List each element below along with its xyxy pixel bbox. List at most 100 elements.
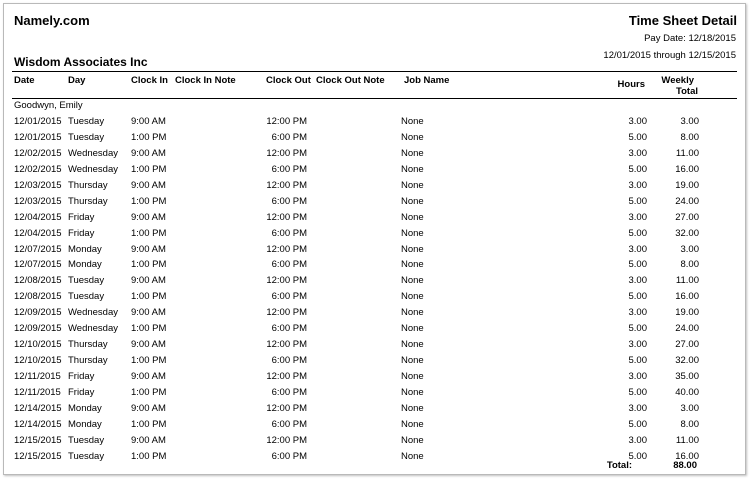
table-row: 12/08/2015 Tuesday 9:00 AM 12:00 PM None 3.00… xyxy=(4,275,747,291)
total-value: 88.00 xyxy=(673,460,697,471)
cell-weekly-total: 11.00 xyxy=(675,147,699,159)
cell-date: 12/01/2015 xyxy=(14,131,62,143)
cell-weekly-total: 8.00 xyxy=(680,131,700,143)
cell-hours: 5.00 xyxy=(628,163,648,175)
cell-job-name: None xyxy=(401,195,424,207)
cell-clock-out: 6:00 PM xyxy=(271,227,307,239)
cell-weekly-total: 8.00 xyxy=(680,418,700,430)
cell-clock-out: 6:00 PM xyxy=(271,291,307,303)
column-header-day: Day xyxy=(68,75,86,86)
table-row: 12/04/2015 Friday 9:00 AM 12:00 PM None 3.00 2… xyxy=(4,212,747,228)
cell-hours: 3.00 xyxy=(628,275,648,287)
table-row: 12/15/2015 Tuesday 1:00 PM 6:00 PM None 5.00 1… xyxy=(4,451,747,467)
cell-date: 12/07/2015 xyxy=(14,259,62,271)
cell-clock-in: 1:00 PM xyxy=(131,195,167,207)
cell-job-name: None xyxy=(401,259,424,271)
cell-weekly-total: 40.00 xyxy=(675,386,699,398)
cell-clock-in: 9:00 AM xyxy=(131,434,166,446)
column-header-clock-out: Clock Out xyxy=(266,75,311,86)
cell-clock-out: 6:00 PM xyxy=(271,323,307,335)
cell-clock-out: 6:00 PM xyxy=(271,386,307,398)
cell-date: 12/14/2015 xyxy=(14,402,62,414)
cell-job-name: None xyxy=(401,163,424,175)
table-row: 12/02/2015 Wednesday 9:00 AM 12:00 PM None 3.… xyxy=(4,148,747,164)
column-header-job-name: Job Name xyxy=(404,75,450,86)
cell-clock-out: 12:00 PM xyxy=(266,116,307,127)
column-header-weekly-line1: Weekly xyxy=(661,75,694,86)
cell-date: 12/14/2015 xyxy=(14,418,62,430)
cell-date: 12/10/2015 xyxy=(14,339,62,351)
cell-day: Monday xyxy=(68,243,102,255)
cell-job-name: None xyxy=(401,116,424,127)
cell-hours: 5.00 xyxy=(628,418,648,430)
table-row: 12/03/2015 Thursday 1:00 PM 6:00 PM None 5.00… xyxy=(4,196,747,212)
table-row: 12/01/2015 Tuesday 1:00 PM 6:00 PM None 5.00 8… xyxy=(4,132,747,148)
cell-job-name: None xyxy=(401,227,424,239)
cell-job-name: None xyxy=(401,450,424,462)
company-name: Namely.com xyxy=(14,13,90,28)
cell-date: 12/03/2015 xyxy=(14,179,62,191)
organization-name: Wisdom Associates Inc xyxy=(14,55,148,69)
cell-weekly-total: 3.00 xyxy=(680,116,700,127)
cell-clock-in: 1:00 PM xyxy=(131,386,167,398)
cell-hours: 3.00 xyxy=(628,371,648,382)
cell-hours: 5.00 xyxy=(628,227,648,239)
cell-clock-out: 12:00 PM xyxy=(266,402,307,414)
cell-date: 12/08/2015 xyxy=(14,291,62,303)
cell-day: Monday xyxy=(68,402,102,414)
cell-hours: 5.00 xyxy=(628,386,648,398)
time-entries: 12/01/2015 Tuesday 9:00 AM 12:00 PM None 3.00… xyxy=(4,116,747,467)
cell-date: 12/01/2015 xyxy=(14,116,62,127)
cell-job-name: None xyxy=(401,402,424,414)
cell-clock-out: 12:00 PM xyxy=(266,211,307,223)
cell-weekly-total: 24.00 xyxy=(675,323,699,335)
cell-clock-out: 12:00 PM xyxy=(266,243,307,255)
cell-clock-in: 9:00 AM xyxy=(131,211,166,223)
cell-weekly-total: 19.00 xyxy=(675,179,699,191)
cell-job-name: None xyxy=(401,131,424,143)
table-row: 12/14/2015 Monday 9:00 AM 12:00 PM None 3.00 3… xyxy=(4,403,747,419)
report-title: Time Sheet Detail xyxy=(628,13,737,28)
cell-weekly-total: 11.00 xyxy=(675,434,699,446)
total-label: Total: xyxy=(606,460,632,471)
cell-date: 12/03/2015 xyxy=(14,195,62,207)
cell-weekly-total: 32.00 xyxy=(675,355,699,367)
cell-day: Wednesday xyxy=(68,307,118,319)
cell-clock-out: 12:00 PM xyxy=(266,339,307,351)
cell-clock-in: 9:00 AM xyxy=(131,179,166,191)
pay-date: Pay Date: 12/18/2015 xyxy=(644,33,736,44)
cell-clock-in: 9:00 AM xyxy=(131,116,166,127)
cell-day: Monday xyxy=(68,259,102,271)
cell-clock-in: 1:00 PM xyxy=(131,418,167,430)
table-row: 12/04/2015 Friday 1:00 PM 6:00 PM None 5.00 32… xyxy=(4,228,747,244)
cell-hours: 5.00 xyxy=(628,195,648,207)
cell-date: 12/11/2015 xyxy=(14,386,61,398)
cell-day: Tuesday xyxy=(68,434,105,446)
cell-weekly-total: 35.00 xyxy=(675,371,699,382)
cell-clock-out: 6:00 PM xyxy=(271,259,307,271)
table-row: 12/11/2015 Friday 9:00 AM 12:00 PM None 3.00 3… xyxy=(4,371,747,387)
cell-clock-in: 9:00 AM xyxy=(131,147,166,159)
cell-day: Tuesday xyxy=(68,450,105,462)
cell-day: Tuesday xyxy=(68,116,105,127)
cell-day: Friday xyxy=(68,371,95,382)
employee-name: Goodwyn, Emily xyxy=(14,100,83,111)
cell-date: 12/10/2015 xyxy=(14,355,62,367)
table-row: 12/10/2015 Thursday 1:00 PM 6:00 PM None 5.00… xyxy=(4,355,747,371)
cell-hours: 3.00 xyxy=(628,402,648,414)
cell-hours: 3.00 xyxy=(628,211,648,223)
cell-weekly-total: 11.00 xyxy=(675,275,699,287)
cell-clock-in: 9:00 AM xyxy=(131,307,166,319)
cell-clock-out: 6:00 PM xyxy=(271,195,307,207)
column-header-weekly-line2: Total xyxy=(676,86,698,97)
cell-clock-out: 6:00 PM xyxy=(271,355,307,367)
table-row: 12/09/2015 Wednesday 9:00 AM 12:00 PM None 3.… xyxy=(4,307,747,323)
cell-weekly-total: 32.00 xyxy=(675,227,699,239)
cell-date: 12/08/2015 xyxy=(14,275,62,287)
cell-weekly-total: 16.00 xyxy=(675,163,699,175)
cell-day: Thursday xyxy=(68,339,108,351)
cell-day: Wednesday xyxy=(68,163,118,175)
cell-hours: 5.00 xyxy=(628,291,648,303)
cell-day: Friday xyxy=(68,227,95,239)
cell-clock-out: 12:00 PM xyxy=(266,371,307,382)
